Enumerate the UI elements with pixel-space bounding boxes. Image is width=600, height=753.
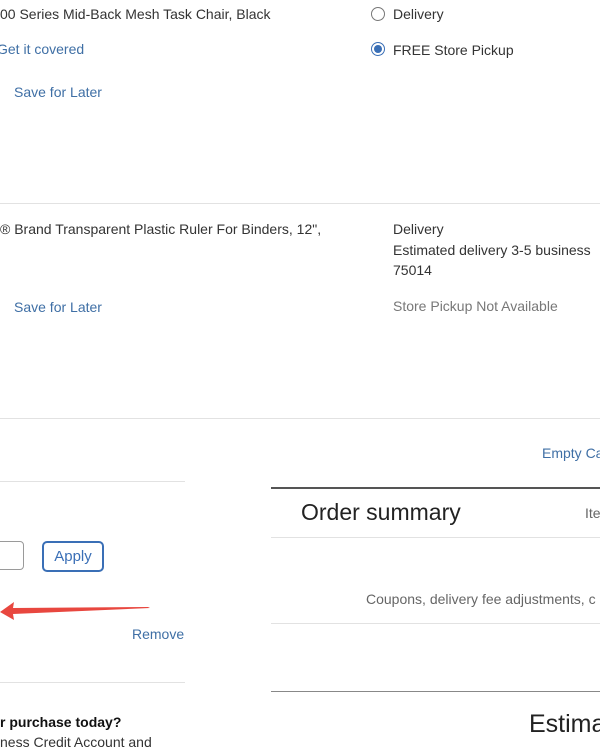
store-pickup-radio[interactable]: [371, 42, 385, 56]
store-pickup-status: Store Pickup Not Available: [393, 298, 558, 314]
delivery-estimate: Estimated delivery 3-5 business: [393, 242, 591, 258]
order-summary-divider: [271, 537, 600, 538]
delivery-radio[interactable]: [371, 7, 385, 21]
coupon-bottom-divider: [0, 682, 185, 683]
estimated-total-divider: [271, 691, 600, 692]
item-divider: [0, 203, 600, 204]
order-summary-divider: [271, 623, 600, 624]
delivery-zip: 75014: [393, 262, 432, 278]
coupon-top-divider: [0, 481, 185, 482]
protection-plan-link[interactable]: Get it covered: [0, 41, 84, 57]
apply-coupon-button[interactable]: Apply: [42, 541, 104, 572]
delivery-option-label[interactable]: Delivery: [393, 6, 444, 22]
delivery-label: Delivery: [393, 221, 444, 237]
order-summary-title: Order summary: [301, 499, 461, 525]
credit-promo-text: ness Credit Account and: [0, 734, 152, 750]
empty-cart-link[interactable]: Empty Ca: [542, 445, 600, 461]
order-summary-items-label: Ite: [585, 505, 600, 521]
save-for-later-link[interactable]: Save for Later: [14, 299, 102, 315]
item-title[interactable]: 00 Series Mid-Back Mesh Task Chair, Blac…: [0, 6, 271, 22]
save-for-later-link[interactable]: Save for Later: [14, 84, 102, 100]
estimated-total-label: Estima: [529, 710, 600, 738]
store-pickup-option-label[interactable]: FREE Store Pickup: [393, 42, 514, 58]
credit-promo-heading: r purchase today?: [0, 714, 122, 730]
item-title[interactable]: ® Brand Transparent Plastic Ruler For Bi…: [0, 221, 321, 237]
items-bottom-divider: [0, 418, 600, 419]
annotation-arrow-icon: [0, 602, 150, 620]
coupons-note: Coupons, delivery fee adjustments, c: [366, 591, 596, 607]
coupon-code-input[interactable]: [0, 541, 24, 570]
remove-coupon-link[interactable]: Remove: [132, 626, 184, 642]
order-summary-top-border: [271, 487, 600, 489]
